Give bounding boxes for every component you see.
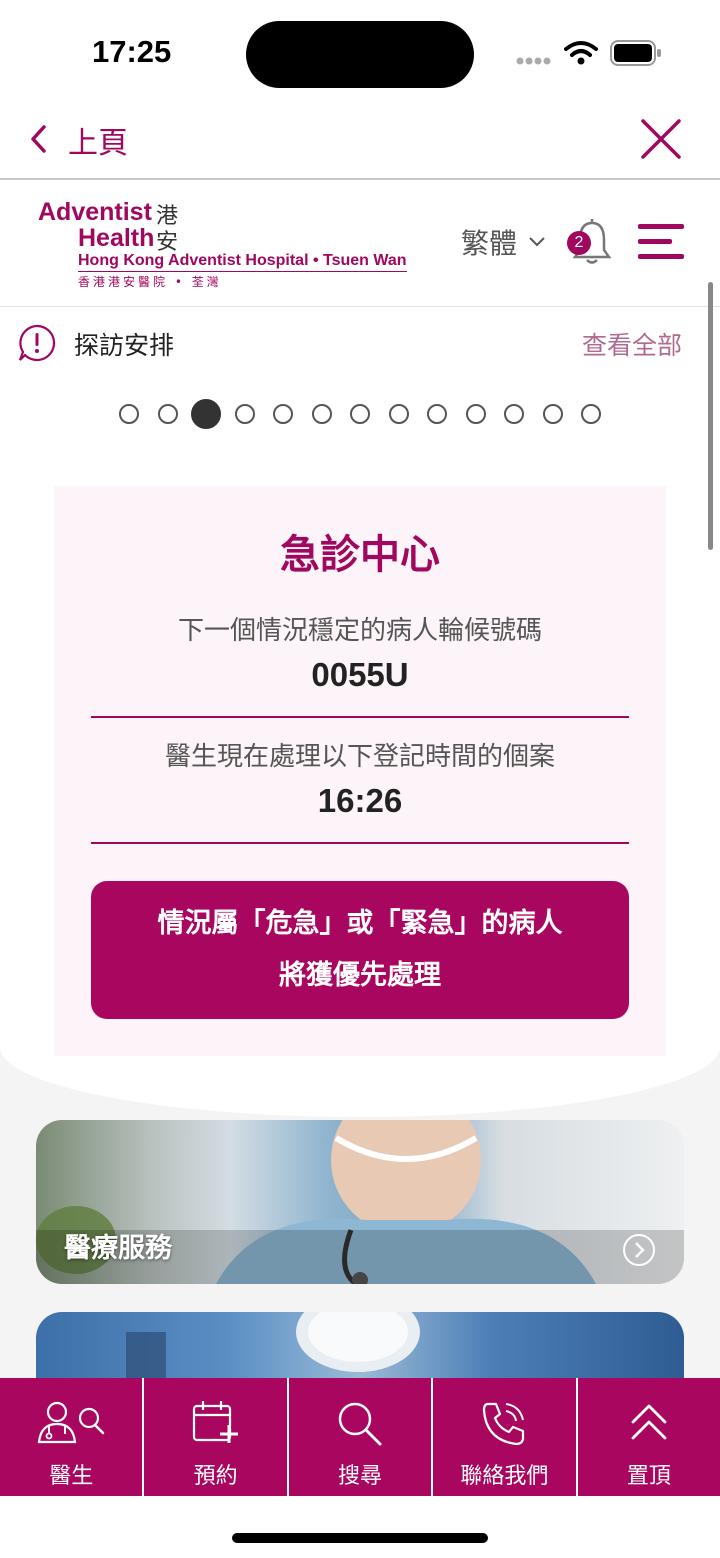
next-number-value: 0055U [311,656,409,693]
pagination-dot[interactable] [234,404,255,424]
scrollbar[interactable] [708,282,713,550]
wifi-icon [564,41,598,65]
language-selector[interactable]: 繁體 [461,222,517,262]
tab-label: 醫生 [49,1464,94,1489]
tab-top[interactable]: 置頂 [578,1378,720,1496]
next-number-label: 下一個情況穩定的病人輪候號碼 [177,616,542,646]
pagination-dot[interactable] [311,404,332,424]
back-button[interactable]: 上頁 [68,118,128,162]
tab-label: 聯絡我們 [460,1464,549,1489]
pagination-dot[interactable] [157,404,178,424]
logo-hospital-cn: 香港港安醫院 • 荃灣 [78,275,222,289]
tab-label: 搜尋 [338,1464,383,1489]
priority-notice-button[interactable]: 情況屬「危急」或「緊急」的病人 將獲優先處理 [91,881,629,1019]
tab-contact[interactable]: 聯絡我們 [433,1378,578,1496]
pagination-dot[interactable] [273,404,293,424]
home-indicator[interactable] [232,1533,488,1543]
pagination-dot[interactable] [388,404,409,424]
divider [91,716,629,718]
pagination-dot[interactable] [350,404,370,424]
view-all-link[interactable]: 查看全部 [582,326,682,362]
pagination-dot[interactable] [465,404,486,424]
tab-search[interactable]: 搜尋 [289,1378,434,1496]
menu-icon[interactable] [638,222,684,262]
logo-hospital-en: Hong Kong Adventist Hospital • Tsuen Wan [78,252,407,272]
home-area [0,1496,720,1558]
priority-notice-line2: 將獲優先處理 [279,960,441,991]
dynamic-island [246,21,474,88]
pagination-dot[interactable] [504,404,524,424]
search-icon [338,1402,382,1446]
tab-label: 置頂 [626,1464,671,1489]
pagination-dot[interactable] [581,404,601,424]
notice-title[interactable]: 探訪安排 [74,326,174,362]
chevron-down-icon[interactable] [528,236,546,248]
er-card-title: 急診中心 [280,532,440,578]
banner-label: 醫療服務 [64,1233,172,1264]
registration-time-label: 醫生現在處理以下登記時間的個案 [164,742,555,772]
pagination-dot[interactable] [119,404,139,424]
pagination-dot[interactable] [427,404,447,424]
bottom-tab-bar: 醫生 預約 搜尋 聯絡我們 置頂 [0,1378,720,1496]
alert-icon [18,324,56,362]
battery-icon [610,40,661,66]
chevron-right-circle-icon[interactable] [622,1233,656,1267]
doctor-search-icon [37,1401,105,1444]
calendar-add-icon [192,1401,238,1443]
logo-line2: Health [78,224,155,252]
tab-doctor[interactable]: 醫生 [0,1378,145,1496]
tab-booking[interactable]: 預約 [144,1378,289,1496]
logo-line1: Adventist [38,198,152,226]
status-time: 17:25 [92,34,172,69]
tab-label: 預約 [193,1464,238,1489]
hospital-logo[interactable]: Adventist 港 Health 安 Hong Kong Adventist… [36,196,407,292]
double-chevron-up-icon [631,1404,667,1440]
divider [91,842,629,844]
pagination-dot[interactable] [191,399,221,429]
phone-icon [483,1402,525,1446]
priority-notice-line1: 情況屬「危急」或「緊急」的病人 [157,908,563,939]
pagination-dot[interactable] [542,404,563,424]
signal-icon [516,57,551,65]
close-icon[interactable] [640,118,682,160]
registration-time-value: 16:26 [317,782,403,819]
chevron-left-icon[interactable] [28,124,48,154]
notification-badge: 2 [567,231,591,255]
